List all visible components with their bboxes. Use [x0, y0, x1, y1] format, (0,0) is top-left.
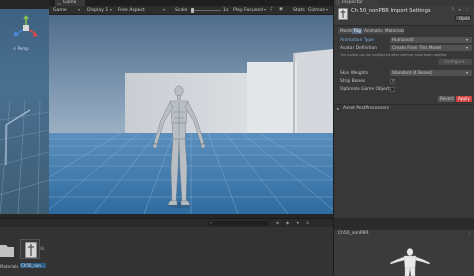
tab-materials[interactable]: Materials	[383, 28, 404, 34]
gizmos-button[interactable]: Gizmos	[308, 8, 325, 13]
expand-asset-icon[interactable]: ⊙	[40, 246, 44, 252]
kebab-menu-icon[interactable]: ⋮	[465, 7, 469, 12]
animation-type-value: Humanoid	[392, 37, 414, 43]
scale-label: Scale	[175, 7, 188, 13]
configure-button-label: Configure...	[444, 59, 469, 65]
chevron-down-icon: ▾	[466, 37, 469, 42]
preset-icon[interactable]: ≡	[458, 7, 461, 12]
avatar-definition-label: Avatar Definition	[340, 46, 377, 51]
game-viewport[interactable]	[49, 15, 333, 214]
avatar-help-text: The avatar can be configured after setti…	[340, 53, 448, 57]
model-asset-item[interactable]	[20, 239, 40, 259]
chevron-down-icon: ▾	[466, 70, 469, 75]
avatar-definition-value: Create From This Model	[392, 45, 442, 51]
stats-button[interactable]: Stats	[293, 8, 305, 13]
strip-bones-checkbox[interactable]: ✓	[390, 79, 395, 84]
filter-type-icon[interactable]: ◈	[276, 220, 279, 225]
checkmark-icon: ✓	[391, 79, 395, 84]
inspector-tab-label: Inspector	[342, 0, 363, 5]
foldout-arrow-icon[interactable]: ▸	[337, 106, 339, 111]
kebab-menu-icon[interactable]: ⋮	[467, 231, 471, 236]
persp-label[interactable]: < Persp	[13, 46, 29, 51]
chevron-down-icon: ▾	[78, 7, 81, 12]
scale-slider[interactable]	[191, 8, 221, 13]
game-tab-label: Game	[63, 0, 77, 5]
mute-audio-icon[interactable]: ♪	[270, 7, 273, 12]
display-dropdown[interactable]: Display 1	[87, 8, 108, 13]
scene-view-panel[interactable]: < Persp	[0, 0, 49, 214]
favorite-star-icon[interactable]: ★	[296, 220, 300, 225]
game-render	[49, 15, 333, 214]
tab-model[interactable]: Model	[338, 28, 353, 34]
scene-orientation-gizmo-icon[interactable]	[12, 14, 40, 44]
game-toolbar: Game ▾ Display 1 ▾ Free Aspect ▾ Scale 1…	[49, 6, 333, 15]
apply-button[interactable]: Apply	[456, 96, 472, 102]
skin-weights-dropdown[interactable]: Standard (4 Bones) ▾	[390, 70, 472, 76]
folder-icon[interactable]	[0, 242, 16, 258]
project-search-field[interactable]: ⌕	[208, 220, 268, 226]
configure-button[interactable]: Configure...	[438, 59, 472, 65]
tab-animation[interactable]: Animation	[362, 28, 385, 34]
tab-materials-label: Materials	[385, 28, 405, 34]
apply-button-label: Apply	[458, 96, 470, 102]
revert-button[interactable]: Revert	[438, 96, 455, 102]
display-mode-dropdown[interactable]: Game	[53, 8, 67, 13]
search-icon: ⌕	[210, 220, 213, 225]
tab-rig[interactable]: Rig	[352, 28, 362, 34]
project-panel: ⌕ ◈ ◆ ★ ⊘ Materials ⊙ Ch50_non...	[0, 218, 333, 276]
open-button[interactable]: Open	[455, 15, 471, 21]
fbx-file-icon	[338, 8, 348, 20]
scale-value: 1x	[223, 7, 229, 13]
help-icon[interactable]: ?	[452, 7, 454, 12]
revert-button-label: Revert	[440, 96, 454, 102]
hidden-packages-icon[interactable]: ⊘	[306, 220, 309, 225]
preview-label: Ch50_nonPBR	[338, 231, 369, 236]
filter-label-icon[interactable]: ◆	[286, 220, 289, 225]
preview-viewport[interactable]	[334, 238, 474, 276]
optimize-game-objects-checkbox[interactable]	[390, 87, 395, 92]
animation-type-dropdown[interactable]: Humanoid ▾	[390, 37, 472, 43]
aspect-dropdown[interactable]: Free Aspect	[118, 8, 145, 13]
chevron-down-icon: ▾	[466, 45, 469, 50]
strip-bones-label: Strip Bones	[340, 79, 366, 84]
optimize-game-objects-label: Optimize Game Objects	[340, 87, 393, 92]
chevron-down-icon: ▾	[163, 7, 166, 12]
open-button-label: Open	[459, 16, 471, 22]
stats-dot-icon: ◉	[279, 7, 284, 12]
avatar-definition-dropdown[interactable]: Create From This Model ▾	[390, 45, 472, 51]
model-prefab-icon	[25, 242, 37, 258]
preview-model-render	[389, 248, 431, 276]
animation-type-label: Animation Type	[340, 38, 374, 43]
tab-rig-label: Rig	[354, 28, 361, 34]
inspector-panel: ⓘ Inspector Ch 50_nonPBR Import Settings…	[333, 0, 474, 218]
chevron-down-icon: ▾	[110, 7, 113, 12]
preview-panel: Ch50_nonPBR ⋮	[333, 218, 474, 276]
asset-label[interactable]: Ch50_non...	[20, 263, 46, 268]
asset-postprocessors-label: Asset PostProcessors	[343, 106, 390, 111]
scale-slider-handle[interactable]	[191, 8, 194, 13]
skin-weights-label: Skin Weights	[340, 71, 369, 76]
import-tabs: Model Rig Animation Materials	[338, 28, 472, 34]
chevron-down-icon: ▾	[264, 7, 267, 12]
play-mode-dropdown[interactable]: Play Focused	[233, 8, 263, 13]
skin-weights-value: Standard (4 Bones)	[392, 70, 433, 76]
chevron-down-icon: ▾	[326, 7, 329, 12]
folder-label[interactable]: Materials	[0, 264, 18, 269]
tab-model-label: Model	[340, 28, 353, 34]
inspector-title: Ch 50_nonPBR Import Settings	[351, 8, 431, 14]
